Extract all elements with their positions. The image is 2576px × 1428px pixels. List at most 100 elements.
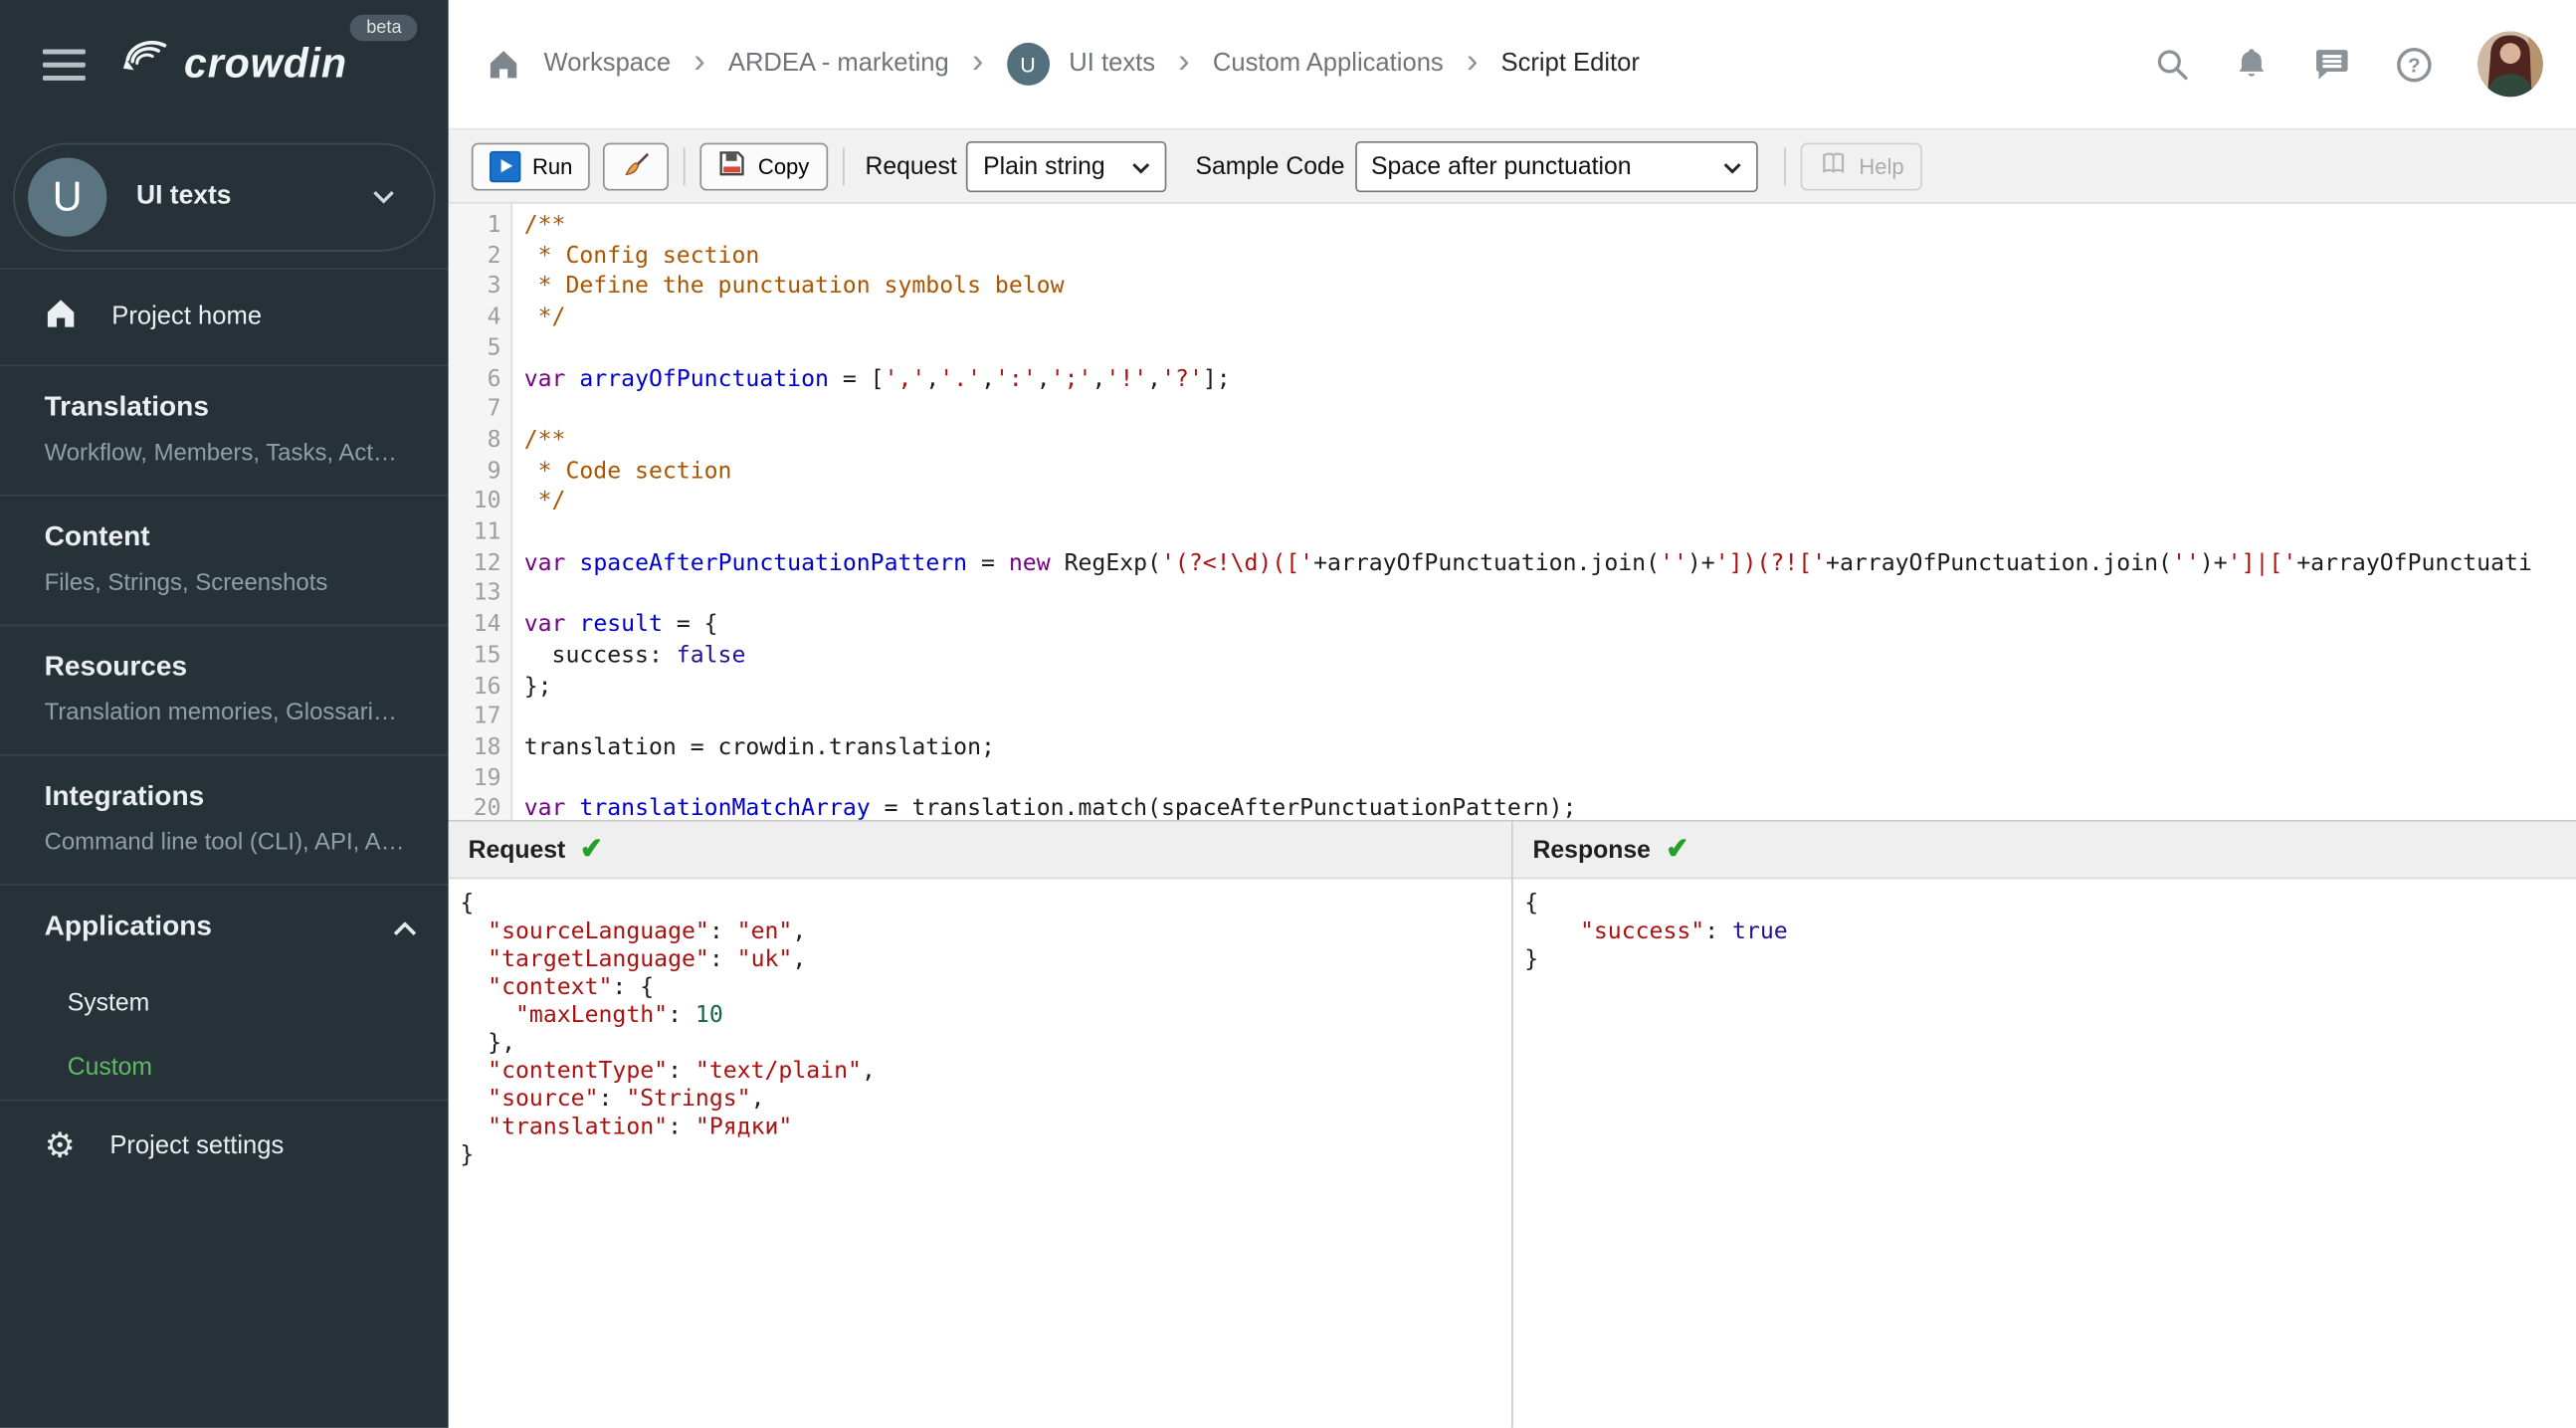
sidebar-item-project-home[interactable]: Project home (0, 270, 449, 365)
breadcrumb-current-script-editor: Script Editor (1500, 49, 1640, 78)
response-panel: Response ✔ { "success": true} (1511, 821, 2576, 1428)
line-number: 13 (473, 580, 501, 607)
code-line[interactable]: }, (460, 1030, 1511, 1058)
breadcrumb-project-group[interactable]: ARDEA - marketing (728, 50, 949, 80)
sidebar-item-project-settings[interactable]: ⚙ Project settings (0, 1101, 449, 1191)
line-number: 6 (487, 365, 501, 392)
line-number: 11 (473, 518, 501, 546)
run-button[interactable]: Run (471, 141, 591, 190)
code-line[interactable]: "source": "Strings", (460, 1086, 1511, 1114)
section-title: Translations (44, 390, 209, 423)
breadcrumb-project[interactable]: UI texts (1069, 50, 1155, 80)
code-line[interactable]: * Config section (524, 241, 2576, 272)
code-line[interactable]: * Code section (524, 456, 2576, 487)
code-line[interactable]: "contentType": "text/plain", (460, 1058, 1511, 1086)
format-brush-button[interactable] (603, 141, 670, 190)
brush-icon (622, 148, 652, 183)
code-line[interactable]: } (1524, 946, 2576, 974)
crowdin-logo[interactable]: crowdin (118, 37, 347, 91)
chevron-right-icon: › (1178, 42, 1190, 81)
line-number: 7 (487, 396, 501, 423)
code-line[interactable]: var arrayOfPunctuation = [',','.',':',';… (524, 364, 2576, 395)
help-button[interactable]: Help (1799, 141, 1922, 190)
editor-code-area[interactable]: /** * Config section * Define the punctu… (512, 204, 2576, 820)
code-line[interactable]: /** (524, 210, 2576, 241)
code-line[interactable]: var result = { (524, 610, 2576, 641)
crowdin-script-editor-app: crowdin beta U UI texts Project home Tra… (0, 0, 2576, 1428)
sidebar-item-label: Project settings (109, 1130, 285, 1159)
code-line[interactable]: }; (524, 672, 2576, 703)
line-number: 17 (473, 704, 501, 730)
chevron-down-icon (373, 182, 394, 212)
project-switcher[interactable]: U UI texts (13, 142, 436, 252)
code-line[interactable]: */ (524, 487, 2576, 517)
code-editor: 123456789101112131415161718192021 /** * … (448, 203, 2576, 820)
code-line[interactable]: var translationMatchArray = translation.… (524, 794, 2576, 820)
save-floppy-icon (718, 149, 746, 182)
code-line[interactable]: /** (524, 426, 2576, 457)
user-avatar[interactable] (2477, 31, 2543, 98)
code-line[interactable]: */ (524, 303, 2576, 333)
code-line[interactable]: { (460, 891, 1511, 918)
request-panel-title: Request (468, 835, 566, 864)
notifications-bell-icon[interactable] (2235, 46, 2270, 82)
beta-badge: beta (349, 14, 419, 42)
code-line[interactable]: var spaceAfterPunctuationPattern = new R… (524, 548, 2576, 579)
code-line[interactable]: "context": { (460, 974, 1511, 1002)
code-line[interactable] (524, 333, 2576, 364)
request-json-editor[interactable]: { "sourceLanguage": "en", "targetLanguag… (449, 879, 1511, 1427)
code-line[interactable] (524, 763, 2576, 794)
sidebar-section-translations[interactable]: Translations Workflow, Members, Tasks, A… (0, 366, 449, 495)
chevron-up-icon (393, 916, 418, 945)
sidebar-item-system[interactable]: System (0, 971, 449, 1035)
project-name: UI texts (136, 182, 232, 211)
breadcrumb: Workspace › ARDEA - marketing › U UI tex… (487, 42, 1640, 86)
code-line[interactable]: } (460, 1142, 1511, 1170)
main-area: Workspace › ARDEA - marketing › U UI tex… (448, 0, 2576, 1428)
sidebar-section-integrations[interactable]: Integrations Command line tool (CLI), AP… (0, 756, 449, 885)
section-title: Content (44, 520, 150, 552)
sidebar-item-custom[interactable]: Custom (0, 1035, 449, 1099)
hamburger-menu-icon[interactable] (42, 48, 86, 81)
sidebar-section-content[interactable]: Content Files, Strings, Screenshots (0, 497, 449, 625)
code-line[interactable]: "targetLanguage": "uk", (460, 946, 1511, 974)
sample-code-select[interactable]: Space after punctuation (1354, 140, 1757, 192)
code-line[interactable]: success: false (524, 641, 2576, 672)
chevron-right-icon: › (1466, 42, 1479, 81)
home-icon[interactable] (487, 48, 521, 81)
code-line[interactable]: "success": true (1524, 918, 2576, 946)
line-number: 5 (487, 334, 501, 361)
response-panel-title: Response (1532, 835, 1651, 864)
sidebar-section-resources[interactable]: Resources Translation memories, Glossari… (0, 626, 449, 754)
sidebar: crowdin beta U UI texts Project home Tra… (0, 0, 449, 1428)
code-line[interactable] (524, 395, 2576, 426)
copy-button[interactable]: Copy (700, 141, 828, 190)
sidebar-section-applications[interactable]: Applications (0, 886, 449, 971)
code-line[interactable]: translation = crowdin.translation; (524, 732, 2576, 763)
code-line[interactable]: "sourceLanguage": "en", (460, 918, 1511, 946)
code-line[interactable]: * Define the punctuation symbols below (524, 272, 2576, 303)
line-number: 19 (473, 764, 501, 792)
code-line[interactable]: { (1524, 891, 2576, 918)
section-title: Applications (44, 910, 213, 942)
code-line[interactable] (524, 702, 2576, 732)
response-json-viewer[interactable]: { "success": true} (1513, 879, 2576, 1427)
request-type-select[interactable]: Plain string (966, 140, 1166, 192)
svg-text:?: ? (2408, 54, 2421, 77)
crowdin-logo-text: crowdin (183, 40, 347, 87)
line-number: 14 (473, 611, 501, 638)
line-number: 9 (487, 458, 501, 485)
code-line[interactable]: "maxLength": 10 (460, 1002, 1511, 1030)
help-question-icon[interactable]: ? (2395, 45, 2433, 83)
toolbar-separator (842, 146, 844, 185)
code-line[interactable] (524, 579, 2576, 610)
top-header: Workspace › ARDEA - marketing › U UI tex… (448, 0, 2576, 128)
line-number: 1 (487, 211, 501, 239)
messages-chat-icon[interactable] (2313, 46, 2351, 82)
breadcrumb-workspace[interactable]: Workspace (544, 50, 672, 80)
code-line[interactable]: "translation": "Рядки" (460, 1114, 1511, 1141)
breadcrumb-custom-applications[interactable]: Custom Applications (1213, 50, 1444, 80)
code-line[interactable] (524, 517, 2576, 548)
sample-code-dropdown-label: Sample Code (1195, 151, 1345, 180)
search-icon[interactable] (2154, 46, 2190, 82)
